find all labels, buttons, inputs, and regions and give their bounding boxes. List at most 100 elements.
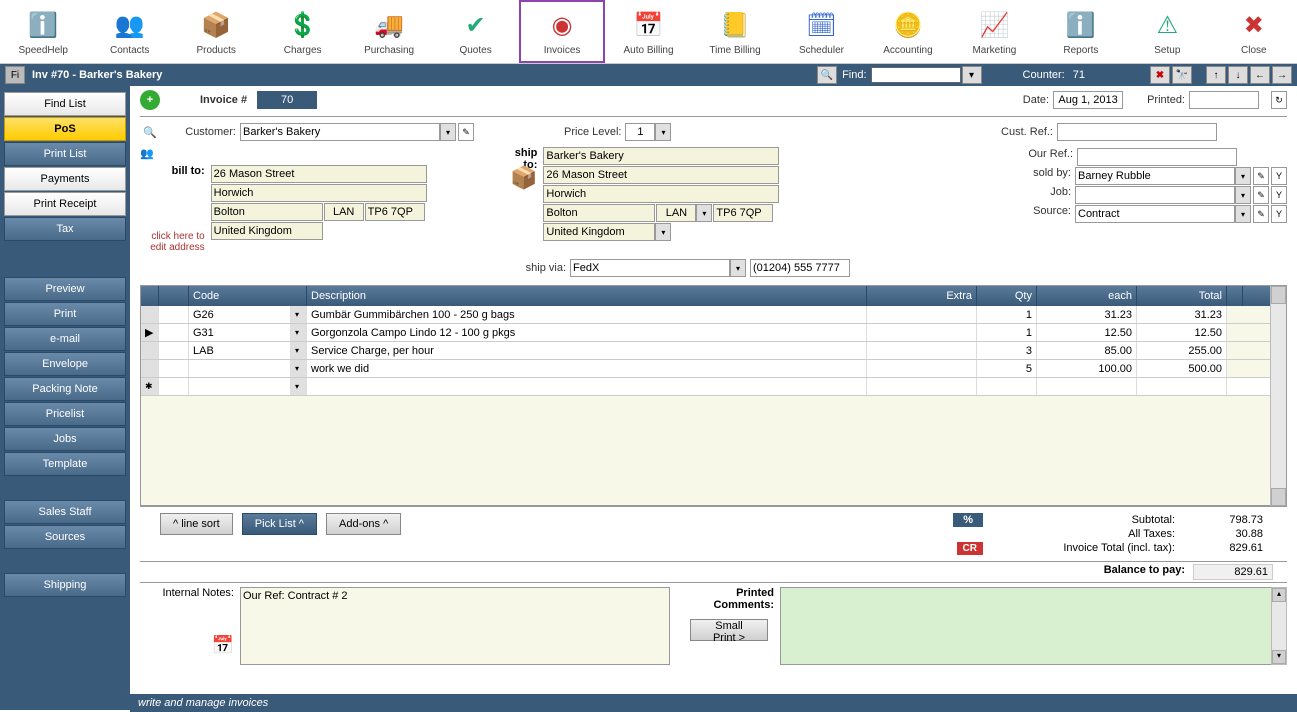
next-button[interactable]: → — [1272, 66, 1292, 84]
source-dropdown[interactable]: ▾ — [1235, 205, 1251, 223]
our-ref-field[interactable] — [1077, 148, 1237, 166]
sold-by-edit-icon[interactable]: ✎ — [1253, 167, 1269, 185]
bill-town[interactable] — [211, 203, 323, 221]
toolbar-marketing[interactable]: 📈Marketing — [951, 0, 1037, 63]
ship-phone-field[interactable] — [750, 259, 850, 277]
add-button[interactable]: + — [140, 90, 160, 110]
search-icon[interactable]: 🔍 — [140, 126, 160, 139]
ship-via-field[interactable] — [570, 259, 730, 277]
refresh-icon[interactable]: ↻ — [1271, 91, 1287, 109]
comments-scrollbar[interactable]: ▴ ▾ — [1271, 587, 1287, 665]
toolbar-contacts[interactable]: 👥Contacts — [86, 0, 172, 63]
toolbar-speedhelp[interactable]: ℹ️SpeedHelp — [0, 0, 86, 63]
job-filter-icon[interactable]: Y — [1271, 186, 1287, 204]
table-row[interactable]: ▶G31▾Gorgonzola Campo Lindo 12 - 100 g p… — [141, 324, 1286, 342]
col-desc[interactable]: Description — [307, 286, 867, 306]
customer-field[interactable] — [240, 123, 440, 141]
table-row[interactable]: G26▾Gumbär Gummibärchen 100 - 250 g bags… — [141, 306, 1286, 324]
sidebar-jobs[interactable]: Jobs — [4, 427, 126, 451]
toolbar-charges[interactable]: 💲Charges — [259, 0, 345, 63]
sidebar-print[interactable]: Print — [4, 302, 126, 326]
customer-dropdown[interactable]: ▾ — [440, 123, 456, 141]
sidebar-packing-note[interactable]: Packing Note — [4, 377, 126, 401]
col-code[interactable]: Code — [189, 286, 307, 306]
sidebar-pos[interactable]: PoS — [4, 117, 126, 141]
toolbar-invoices[interactable]: ◉Invoices — [519, 0, 605, 63]
printed-comments-field[interactable] — [780, 587, 1273, 665]
down-button[interactable]: ↓ — [1228, 66, 1248, 84]
col-each[interactable]: each — [1037, 286, 1137, 306]
bill-city[interactable] — [211, 184, 427, 202]
sidebar-template[interactable]: Template — [4, 452, 126, 476]
date-field[interactable] — [1053, 91, 1123, 109]
fit-button[interactable]: Fi — [5, 66, 25, 84]
block-icon[interactable]: ✖ — [1150, 66, 1170, 84]
table-row[interactable]: ▾work we did5100.00500.00 — [141, 360, 1286, 378]
sidebar-shipping[interactable]: Shipping — [4, 573, 126, 597]
find-input[interactable] — [871, 67, 961, 83]
customer-edit-icon[interactable]: ✎ — [458, 123, 474, 141]
job-field[interactable] — [1075, 186, 1235, 204]
binoculars-icon[interactable]: 🔭 — [1172, 66, 1192, 84]
toolbar-auto-billing[interactable]: 📅Auto Billing — [605, 0, 691, 63]
cust-ref-field[interactable] — [1057, 123, 1217, 141]
sold-by-dropdown[interactable]: ▾ — [1235, 167, 1251, 185]
small-print-button[interactable]: Small Print > — [690, 619, 768, 641]
col-extra[interactable]: Extra — [867, 286, 977, 306]
edit-address-hint[interactable]: click here to edit address — [140, 231, 205, 253]
people-icon[interactable]: 👥 — [140, 147, 154, 165]
bill-street[interactable] — [211, 165, 427, 183]
job-edit-icon[interactable]: ✎ — [1253, 186, 1269, 204]
ship-region[interactable] — [656, 204, 696, 222]
bill-country[interactable] — [211, 222, 323, 240]
col-qty[interactable]: Qty — [977, 286, 1037, 306]
toolbar-time-billing[interactable]: 📒Time Billing — [692, 0, 778, 63]
printed-field[interactable] — [1189, 91, 1259, 109]
sidebar-sales-staff[interactable]: Sales Staff — [4, 500, 126, 524]
toolbar-products[interactable]: 📦Products — [173, 0, 259, 63]
calendar-icon[interactable]: 📅 — [140, 635, 234, 656]
ship-country-dropdown[interactable]: ▾ — [655, 223, 671, 241]
new-row[interactable]: ✱ ▾ — [141, 378, 1286, 396]
grid-scrollbar[interactable] — [1270, 286, 1286, 506]
ship-street[interactable] — [543, 166, 779, 184]
search-icon[interactable]: 🔍 — [817, 66, 837, 84]
percent-button[interactable]: % — [953, 513, 983, 527]
bill-postcode[interactable] — [365, 203, 425, 221]
toolbar-close[interactable]: ✖Close — [1211, 0, 1297, 63]
sidebar-e-mail[interactable]: e-mail — [4, 327, 126, 351]
toolbar-accounting[interactable]: 🪙Accounting — [865, 0, 951, 63]
sidebar-payments[interactable]: Payments — [4, 167, 126, 191]
sidebar-envelope[interactable]: Envelope — [4, 352, 126, 376]
cr-badge[interactable]: CR — [957, 542, 983, 555]
sidebar-print-receipt[interactable]: Print Receipt — [4, 192, 126, 216]
sold-by-filter-icon[interactable]: Y — [1271, 167, 1287, 185]
toolbar-scheduler[interactable]: 🗓Scheduler — [778, 0, 864, 63]
up-button[interactable]: ↑ — [1206, 66, 1226, 84]
bill-region[interactable] — [324, 203, 364, 221]
price-level-field[interactable] — [625, 123, 655, 141]
addons-button[interactable]: Add-ons ^ — [326, 513, 401, 535]
toolbar-purchasing[interactable]: 🚚Purchasing — [346, 0, 432, 63]
col-total[interactable]: Total — [1137, 286, 1227, 306]
sold-by-field[interactable] — [1075, 167, 1235, 185]
toolbar-reports[interactable]: ℹ️Reports — [1038, 0, 1124, 63]
toolbar-quotes[interactable]: ✔Quotes — [432, 0, 518, 63]
ship-town[interactable] — [543, 204, 655, 222]
ship-region-dropdown[interactable]: ▾ — [696, 204, 712, 222]
job-dropdown[interactable]: ▾ — [1235, 186, 1251, 204]
line-sort-button[interactable]: ^ line sort — [160, 513, 233, 535]
find-dropdown[interactable]: ▾ — [962, 66, 982, 84]
sidebar-find-list[interactable]: Find List — [4, 92, 126, 116]
pick-list-button[interactable]: Pick List ^ — [242, 513, 317, 535]
table-row[interactable]: LAB▾Service Charge, per hour385.00255.00 — [141, 342, 1286, 360]
ship-country[interactable] — [543, 223, 655, 241]
toolbar-setup[interactable]: ⚠Setup — [1124, 0, 1210, 63]
internal-notes-field[interactable] — [240, 587, 670, 665]
sidebar-preview[interactable]: Preview — [4, 277, 126, 301]
ship-via-dropdown[interactable]: ▾ — [730, 259, 746, 277]
source-field[interactable] — [1075, 205, 1235, 223]
ship-name[interactable] — [543, 147, 779, 165]
ship-postcode[interactable] — [713, 204, 773, 222]
prev-button[interactable]: ← — [1250, 66, 1270, 84]
